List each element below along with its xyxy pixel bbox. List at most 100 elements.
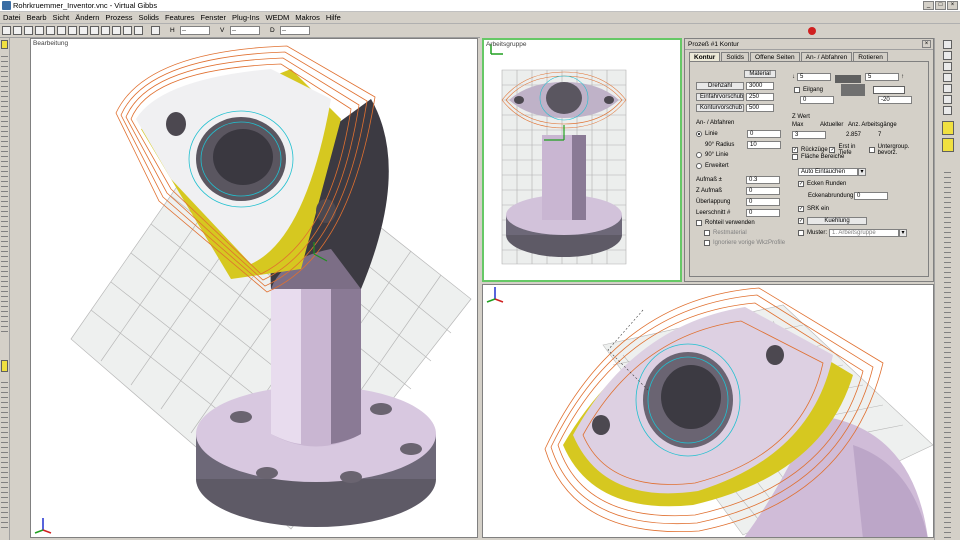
process-dialog-titlebar: Prozeß #1 Kontur ×: [685, 39, 933, 50]
solid-icon-right[interactable]: [943, 84, 952, 93]
detail-viewport[interactable]: [482, 284, 934, 538]
eintauchen-select[interactable]: Auto Eintauchen: [798, 168, 858, 176]
option-90-linie[interactable]: 90° Linie: [696, 152, 728, 158]
wireframe-icon[interactable]: [46, 26, 55, 35]
drehzahl-field[interactable]: 3000: [746, 82, 774, 90]
minimize-button[interactable]: _: [923, 1, 934, 10]
untergroup-label: Untergroup. bevorz.: [877, 144, 910, 156]
erweitert-radio[interactable]: [696, 163, 702, 169]
palette-icon[interactable]: [1, 40, 8, 49]
ruler-icon[interactable]: [101, 26, 110, 35]
dialog-close-button[interactable]: ×: [922, 40, 931, 48]
menu-hilfe[interactable]: Hilfe: [323, 13, 344, 22]
konturvorschub-button[interactable]: Konturvorschub: [696, 104, 744, 112]
depth-top-field-2[interactable]: 5: [865, 73, 899, 81]
kuehlung-button[interactable]: Kuehlung: [807, 217, 867, 225]
option-90-radius[interactable]: 90° Radius 10: [696, 141, 781, 149]
menu-datei[interactable]: Datei: [0, 13, 24, 22]
print-icon[interactable]: [123, 26, 132, 35]
zoom-icon[interactable]: [35, 26, 44, 35]
grid-icon[interactable]: [13, 26, 22, 35]
erst-in-tiefe-checkbox[interactable]: ✓: [829, 147, 836, 153]
option-erweitert[interactable]: Erweitert: [696, 163, 729, 169]
leerschnitt-field[interactable]: 0: [746, 209, 780, 217]
draw-icon[interactable]: [943, 73, 952, 82]
coord-h-label: H: [170, 27, 175, 34]
option-linie[interactable]: Linie 0: [696, 130, 781, 138]
menu-wedm[interactable]: WEDM: [263, 13, 293, 22]
menu-features[interactable]: Features: [162, 13, 198, 22]
linie90-radio[interactable]: [696, 152, 702, 158]
drehzahl-button[interactable]: Drehzahl: [696, 82, 744, 90]
einfahrvorschub-button[interactable]: Einfahrvorschub: [696, 93, 744, 101]
shaded-icon[interactable]: [57, 26, 66, 35]
linie-value-field[interactable]: 0: [747, 130, 781, 138]
srk-checkbox[interactable]: ✓: [798, 206, 804, 212]
menu-aendern[interactable]: Ändern: [72, 13, 102, 22]
main-viewport[interactable]: Bearbeitung: [30, 38, 478, 538]
edit-icon[interactable]: [943, 40, 952, 49]
view-icon[interactable]: [24, 26, 33, 35]
menu-solids[interactable]: Solids: [136, 13, 162, 22]
coord-h-field[interactable]: --: [180, 26, 210, 35]
ecken-runden-checkbox[interactable]: ✓: [798, 181, 804, 187]
menu-bearb[interactable]: Bearb: [24, 13, 50, 22]
zwert-columns: Max Aktueller Anz. Arbeitsgänge: [792, 122, 897, 128]
rueckzuege-checkbox[interactable]: ✓: [792, 147, 798, 153]
kuehlung-checkbox[interactable]: ✓: [798, 218, 804, 224]
tool-palette-1[interactable]: [941, 121, 954, 135]
coord-v-field[interactable]: --: [230, 26, 260, 35]
konturvorschub-field[interactable]: 500: [746, 104, 774, 112]
eilgang-checkbox[interactable]: [794, 87, 800, 93]
restmaterial-checkbox[interactable]: [704, 230, 710, 236]
einfahrvorschub-field[interactable]: 250: [746, 93, 774, 101]
palette-icon-2[interactable]: [1, 360, 8, 372]
tool-icon-right[interactable]: [943, 95, 952, 104]
stop-icon[interactable]: [808, 27, 816, 35]
ueberlappung-field[interactable]: 0: [746, 198, 780, 206]
layer-icon-right[interactable]: [943, 62, 952, 71]
tool-icon[interactable]: [90, 26, 99, 35]
menu-prozess[interactable]: Prozess: [102, 13, 135, 22]
coord-d-field[interactable]: --: [280, 26, 310, 35]
menu-plugins[interactable]: Plug-Ins: [229, 13, 263, 22]
radius-value-field[interactable]: 10: [747, 141, 781, 149]
material-button[interactable]: Material: [744, 70, 776, 78]
restmaterial-label: Restmaterial: [713, 230, 747, 236]
untergroup-checkbox[interactable]: [868, 147, 875, 153]
zwert-heading: Z Wert: [792, 114, 810, 120]
linie-label: Linie: [705, 131, 718, 137]
move-icon[interactable]: [151, 26, 160, 35]
zwert-max-field[interactable]: 3: [792, 131, 826, 139]
process-icon[interactable]: [943, 106, 952, 115]
solid-icon[interactable]: [79, 26, 88, 35]
depth-top-field[interactable]: 5: [797, 73, 831, 81]
select-icon[interactable]: [2, 26, 11, 35]
flaeche-bereiche-label: Fläche Bereiche: [801, 154, 845, 160]
flaeche-bereiche-checkbox[interactable]: [792, 154, 798, 160]
menu-makros[interactable]: Makros: [292, 13, 323, 22]
aufmass-field[interactable]: 0.3: [746, 176, 780, 184]
depth-bottom-field[interactable]: 0: [800, 96, 834, 104]
tool-palette-2[interactable]: [941, 138, 954, 152]
depth-bottom-field-2[interactable]: -20: [878, 96, 912, 104]
muster-dropdown-icon[interactable]: ▾: [899, 229, 907, 237]
muster-checkbox[interactable]: [798, 230, 804, 236]
arbeitsgruppe-viewport[interactable]: Arbeitsgruppe: [482, 38, 682, 282]
rohteil-checkbox[interactable]: [696, 220, 702, 226]
z-aufmass-field[interactable]: 0: [746, 187, 780, 195]
maximize-button[interactable]: □: [935, 1, 946, 10]
muster-select[interactable]: 1. Arbeitsgruppe: [829, 229, 899, 237]
help-icon[interactable]: [134, 26, 143, 35]
layer-icon[interactable]: [68, 26, 77, 35]
close-button[interactable]: ×: [947, 1, 958, 10]
eckenabrundung-row: Eckenabrundung 0: [808, 192, 888, 200]
menu-fenster[interactable]: Fenster: [198, 13, 229, 22]
menu-sicht[interactable]: Sicht: [50, 13, 73, 22]
eckenabrundung-field[interactable]: 0: [854, 192, 888, 200]
measure-icon[interactable]: [112, 26, 121, 35]
eintauchen-dropdown-icon[interactable]: ▾: [858, 168, 866, 176]
linie-radio[interactable]: [696, 131, 702, 137]
ignoriere-checkbox[interactable]: [704, 240, 710, 246]
check-icon[interactable]: [943, 51, 952, 60]
